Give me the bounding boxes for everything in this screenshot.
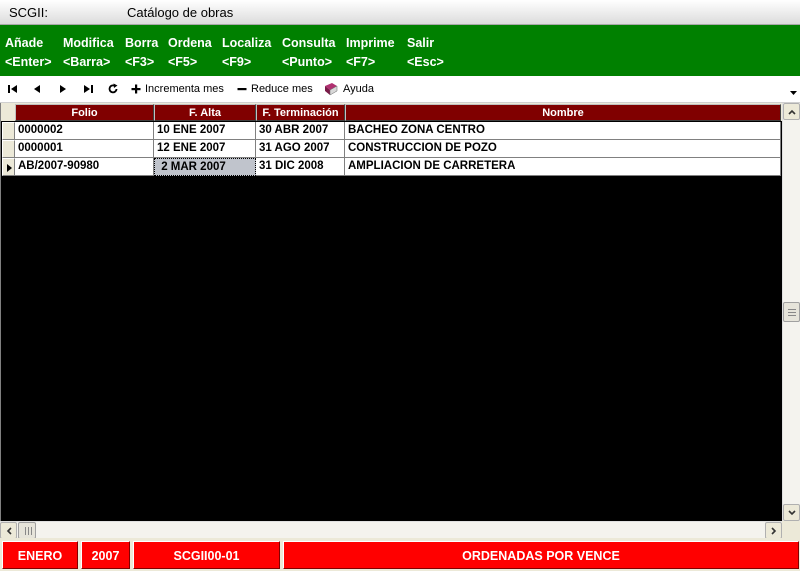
chevron-left-icon	[6, 526, 12, 535]
menu-modify-key: <Barra>	[63, 55, 111, 69]
cell-folio[interactable]: AB/2007-90980	[15, 158, 154, 176]
reduce-month-label: Reduce mes	[251, 83, 313, 95]
increment-month-button[interactable]: Incrementa mes	[131, 81, 224, 97]
menu-print-key: <F7>	[346, 55, 376, 69]
first-icon	[8, 85, 17, 93]
last-record-button[interactable]	[82, 81, 94, 97]
window-title: Catálogo de obras	[127, 5, 234, 20]
menu-delete-label: Borra	[125, 36, 159, 50]
menu-add[interactable]: Añade <Enter>	[5, 34, 52, 72]
table-row[interactable]: 0000002 10 ENE 2007 30 ABR 2007 BACHEO Z…	[1, 122, 782, 140]
cell-folio[interactable]: 0000001	[15, 140, 154, 158]
menu-sort-label: Ordena	[168, 36, 212, 50]
reduce-month-button[interactable]: Reduce mes	[237, 81, 313, 97]
last-icon	[84, 85, 93, 93]
help-label: Ayuda	[343, 83, 374, 95]
chevron-right-icon	[770, 526, 776, 535]
menu-add-label: Añade	[5, 36, 44, 50]
minus-icon	[237, 88, 247, 91]
cell-fecha-alta[interactable]: 10 ENE 2007	[154, 122, 256, 140]
toolbar-options-icon[interactable]	[790, 90, 797, 96]
vertical-scrollbar[interactable]	[782, 103, 800, 521]
table-row[interactable]: 0000001 12 ENE 2007 31 AGO 2007 CONSTRUC…	[1, 140, 782, 158]
scroll-left-button[interactable]	[0, 522, 17, 539]
cell-nombre[interactable]: AMPLIACION DE CARRETERA	[345, 158, 781, 176]
menu-locate[interactable]: Localiza <F9>	[222, 34, 271, 72]
plus-icon	[131, 84, 141, 94]
status-bar: ENERO 2007 SCGII00-01 ORDENADAS POR VENC…	[0, 538, 800, 571]
column-header-fecha-terminacion[interactable]: F. Terminación	[256, 104, 345, 121]
chevron-down-icon	[787, 509, 796, 515]
menu-modify[interactable]: Modifica <Barra>	[63, 34, 114, 72]
cell-fecha-terminacion[interactable]: 30 ABR 2007	[256, 122, 345, 140]
cell-fecha-terminacion[interactable]: 31 AGO 2007	[256, 140, 345, 158]
help-button[interactable]: Ayuda	[323, 81, 374, 97]
column-header-nombre[interactable]: Nombre	[345, 104, 781, 121]
menu-modify-label: Modifica	[63, 36, 114, 50]
menu-delete[interactable]: Borra <F3>	[125, 34, 158, 72]
status-module-code: SCGII00-01	[133, 541, 280, 569]
scroll-up-button[interactable]	[783, 103, 800, 120]
status-year: 2007	[81, 541, 130, 569]
next-record-button[interactable]	[58, 81, 68, 97]
refresh-button[interactable]	[107, 81, 119, 97]
column-header-folio[interactable]: Folio	[15, 104, 154, 121]
menu-exit-key: <Esc>	[407, 55, 444, 69]
table-row-current[interactable]: AB/2007-90980 2 MAR 2007 31 DIC 2008 AMP…	[1, 158, 782, 176]
menu-query-key: <Punto>	[282, 55, 333, 69]
previous-record-button[interactable]	[32, 81, 42, 97]
cell-folio[interactable]: 0000002	[15, 122, 154, 140]
window-titlebar: SCGII: Catálogo de obras	[0, 0, 800, 25]
menu-add-key: <Enter>	[5, 55, 52, 69]
scrollbar-corner	[782, 521, 800, 538]
menu-delete-key: <F3>	[125, 55, 155, 69]
cell-fecha-terminacion[interactable]: 31 DIC 2008	[256, 158, 345, 176]
menu-exit-label: Salir	[407, 36, 435, 50]
toolbar: Incrementa mes Reduce mes Ayuda	[0, 76, 800, 103]
status-message: ORDENADAS POR VENCE	[283, 541, 799, 569]
first-record-button[interactable]	[7, 81, 19, 97]
app-name: SCGII:	[9, 5, 49, 20]
menu-query[interactable]: Consulta <Punto>	[282, 34, 335, 72]
menu-print-label: Imprime	[346, 36, 395, 50]
current-row-arrow-icon	[7, 164, 12, 172]
menu-query-label: Consulta	[282, 36, 336, 50]
menu-sort[interactable]: Ordena <F5>	[168, 34, 212, 72]
menu-bar: Añade <Enter> Modifica <Barra> Borra <F3…	[0, 25, 800, 76]
horizontal-scroll-thumb[interactable]	[18, 522, 36, 539]
column-header-fecha-alta[interactable]: F. Alta	[154, 104, 256, 121]
scroll-right-button[interactable]	[765, 522, 782, 539]
scroll-down-button[interactable]	[783, 504, 800, 521]
menu-exit[interactable]: Salir <Esc>	[407, 34, 444, 72]
row-indicator[interactable]	[2, 122, 15, 140]
increment-month-label: Incrementa mes	[145, 83, 224, 95]
menu-print[interactable]: Imprime <F7>	[346, 34, 395, 72]
grid-header: Folio F. Alta F. Terminación Nombre	[1, 103, 782, 121]
status-month: ENERO	[2, 541, 78, 569]
chevron-up-icon	[787, 109, 796, 115]
cell-nombre[interactable]: BACHEO ZONA CENTRO	[345, 122, 781, 140]
cell-fecha-alta-selected[interactable]: 2 MAR 2007	[154, 158, 256, 176]
vertical-scroll-thumb[interactable]	[783, 302, 800, 322]
menu-sort-key: <F5>	[168, 55, 198, 69]
previous-icon	[34, 85, 40, 93]
horizontal-scrollbar[interactable]	[0, 521, 782, 539]
records-grid: Folio F. Alta F. Terminación Nombre 0000…	[0, 103, 782, 521]
refresh-icon	[108, 83, 118, 94]
next-icon	[60, 85, 66, 93]
cell-nombre[interactable]: CONSTRUCCION DE POZO	[345, 140, 781, 158]
cell-fecha-alta[interactable]: 12 ENE 2007	[154, 140, 256, 158]
row-indicator[interactable]	[2, 140, 15, 158]
menu-locate-key: <F9>	[222, 55, 252, 69]
menu-locate-label: Localiza	[222, 36, 272, 50]
row-indicator-current[interactable]	[2, 158, 15, 176]
help-book-icon	[325, 83, 338, 96]
